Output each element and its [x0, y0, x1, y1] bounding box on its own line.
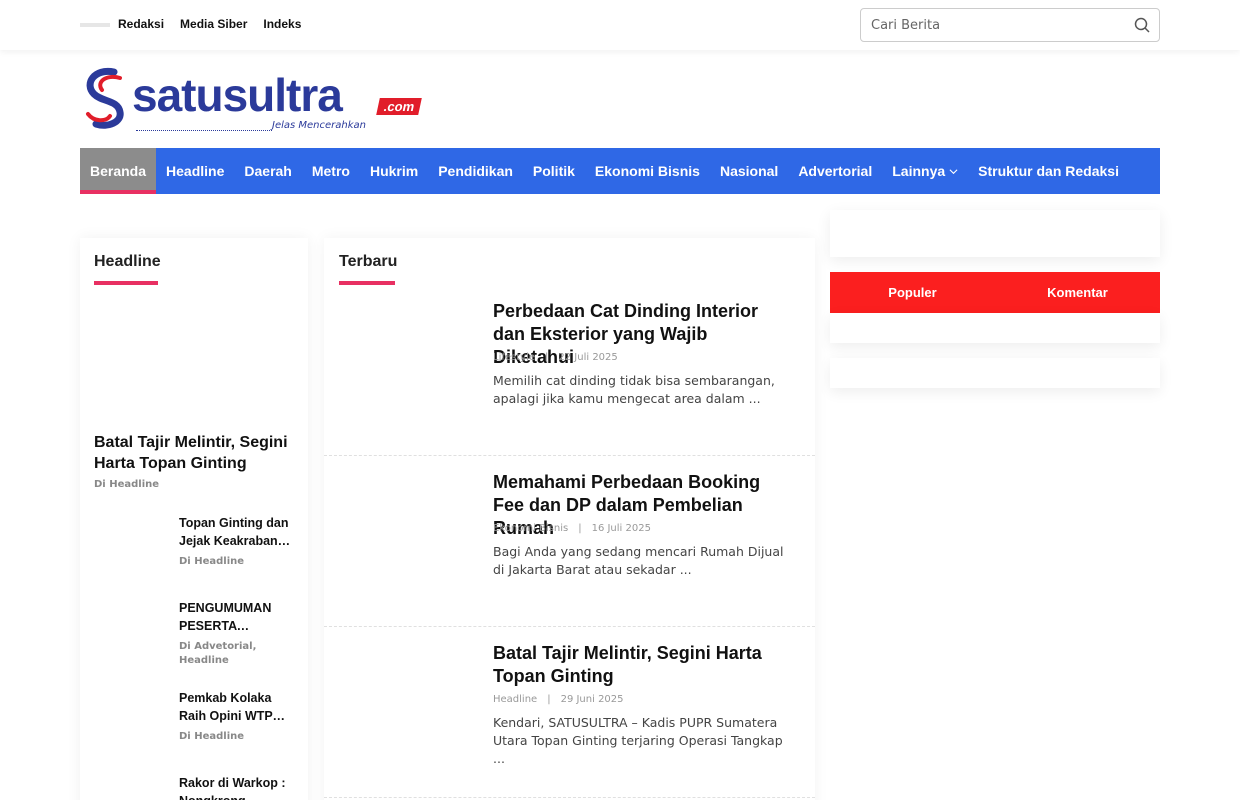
article-title[interactable]: Batal Tajir Melintir, Segini Harta Topan… [493, 642, 793, 688]
article-meta: Headline | 29 Juni 2025 [493, 694, 624, 705]
search-input[interactable] [871, 15, 1121, 35]
top-link-redaksi[interactable]: Redaksi [118, 17, 164, 31]
nav-item-lainnya-label: Lainnya [892, 163, 946, 179]
list-item-thumbnail[interactable] [94, 689, 170, 749]
list-item[interactable]: PENGUMUMAN PESERTA LULUS… Di Advetorial,… [94, 599, 294, 675]
article-excerpt: Memilih cat dinding tidak bisa sembarang… [493, 373, 775, 406]
article-meta: Ekonomi Bisnis | 16 Juli 2025 [493, 523, 651, 534]
tab-komentar[interactable]: Komentar [995, 272, 1160, 313]
search-box [860, 8, 1160, 42]
nav-item-lainnya[interactable]: Lainnya [882, 148, 968, 194]
sidebar-tab-content [830, 313, 1160, 343]
list-item-thumbnail[interactable] [94, 774, 170, 800]
nav-item-politik[interactable]: Politik [523, 148, 585, 194]
nav-item-headline[interactable]: Headline [156, 148, 234, 194]
sidebar-widget-top [830, 210, 1160, 257]
nav-item-hukrim[interactable]: Hukrim [360, 148, 428, 194]
sidebar-tabs: Populer Komentar [830, 272, 1160, 313]
nav-item-advertorial[interactable]: Advertorial [788, 148, 882, 194]
headline-section: Headline Batal Tajir Melintir, Segini Ha… [80, 238, 308, 800]
article-category[interactable]: Lifestyle [493, 352, 535, 363]
article-card: Perbedaan Cat Dinding Interior dan Ekste… [324, 238, 815, 456]
search-icon[interactable] [1133, 16, 1151, 34]
chevron-down-icon [949, 168, 958, 174]
headline-main-image[interactable] [94, 298, 294, 422]
meta-separator: | [578, 523, 582, 534]
headline-section-title: Headline [94, 253, 161, 270]
list-item[interactable]: Pemkab Kolaka Raih Opini WTP k… Di Headl… [94, 689, 294, 759]
nav-item-struktur-redaksi[interactable]: Struktur dan Redaksi [968, 148, 1129, 194]
article-excerpt: Kendari, SATUSULTRA – Kadis PUPR Sumater… [493, 715, 783, 766]
list-item-meta[interactable]: Di Headline [179, 730, 291, 744]
list-item[interactable]: Topan Ginting dan Jejak Keakraban… Di He… [94, 514, 294, 584]
headline-main-meta[interactable]: Di Headline [94, 479, 159, 490]
list-item[interactable]: Rakor di Warkop : Nongkrong Baren… [94, 774, 294, 800]
headline-title-underline [94, 281, 158, 285]
nav-item-pendidikan[interactable]: Pendidikan [428, 148, 523, 194]
article-image[interactable] [338, 298, 478, 398]
nav-item-daerah[interactable]: Daerah [234, 148, 301, 194]
top-link-media-siber[interactable]: Media Siber [180, 17, 247, 31]
headline-main-title[interactable]: Batal Tajir Melintir, Segini Harta Topan… [94, 432, 294, 474]
main-nav: Beranda Headline Daerah Metro Hukrim Pen… [80, 148, 1160, 194]
nav-item-ekonomi-bisnis[interactable]: Ekonomi Bisnis [585, 148, 710, 194]
list-item-meta[interactable]: Di Advetorial, Headline [179, 640, 291, 668]
meta-separator: | [547, 694, 551, 705]
article-meta: Lifestyle | 22 Juli 2025 [493, 352, 618, 363]
logo-dotted-line [136, 130, 272, 131]
tab-populer[interactable]: Populer [830, 272, 995, 313]
top-links: Redaksi Media Siber Indeks [118, 17, 301, 31]
meta-separator: | [545, 352, 549, 363]
sidebar-widget-bottom [830, 358, 1160, 388]
article-image[interactable] [338, 470, 478, 570]
nav-item-metro[interactable]: Metro [302, 148, 360, 194]
menu-placeholder [80, 23, 110, 27]
article-category[interactable]: Headline [493, 694, 537, 705]
list-item-title[interactable]: Pemkab Kolaka Raih Opini WTP k… [179, 689, 291, 725]
top-bar: Redaksi Media Siber Indeks [0, 0, 1240, 50]
list-item-thumbnail[interactable] [94, 514, 170, 574]
list-item-title[interactable]: Topan Ginting dan Jejak Keakraban… [179, 514, 291, 550]
logo-emblem-icon [86, 67, 124, 129]
site-logo[interactable]: satusultra .com Jelas Mencerahkan [80, 64, 440, 136]
top-link-indeks[interactable]: Indeks [263, 17, 301, 31]
article-category[interactable]: Ekonomi Bisnis [493, 523, 568, 534]
list-item-title[interactable]: Rakor di Warkop : Nongkrong Baren… [179, 774, 291, 800]
article-card: Memahami Perbedaan Booking Fee dan DP da… [324, 456, 815, 627]
logo-tagline: Jelas Mencerahkan [272, 120, 366, 131]
article-image[interactable] [338, 641, 478, 741]
nav-item-beranda[interactable]: Beranda [80, 148, 157, 194]
list-item-title[interactable]: PENGUMUMAN PESERTA LULUS… [179, 599, 291, 635]
article-excerpt: Bagi Anda yang sedang mencari Rumah Diju… [493, 544, 784, 577]
logo-wordmark: satusultra [132, 69, 343, 121]
article-date: 16 Juli 2025 [591, 523, 651, 534]
article-card: Batal Tajir Melintir, Segini Harta Topan… [324, 627, 815, 798]
article-date: 22 Juli 2025 [558, 352, 618, 363]
list-item-meta[interactable]: Di Headline [179, 555, 291, 569]
latest-section: Terbaru Perbedaan Cat Dinding Interior d… [324, 238, 815, 800]
nav-item-nasional[interactable]: Nasional [710, 148, 788, 194]
list-item-thumbnail[interactable] [94, 599, 170, 659]
article-date: 29 Juni 2025 [560, 694, 624, 705]
logo-suffix: .com [376, 98, 423, 115]
